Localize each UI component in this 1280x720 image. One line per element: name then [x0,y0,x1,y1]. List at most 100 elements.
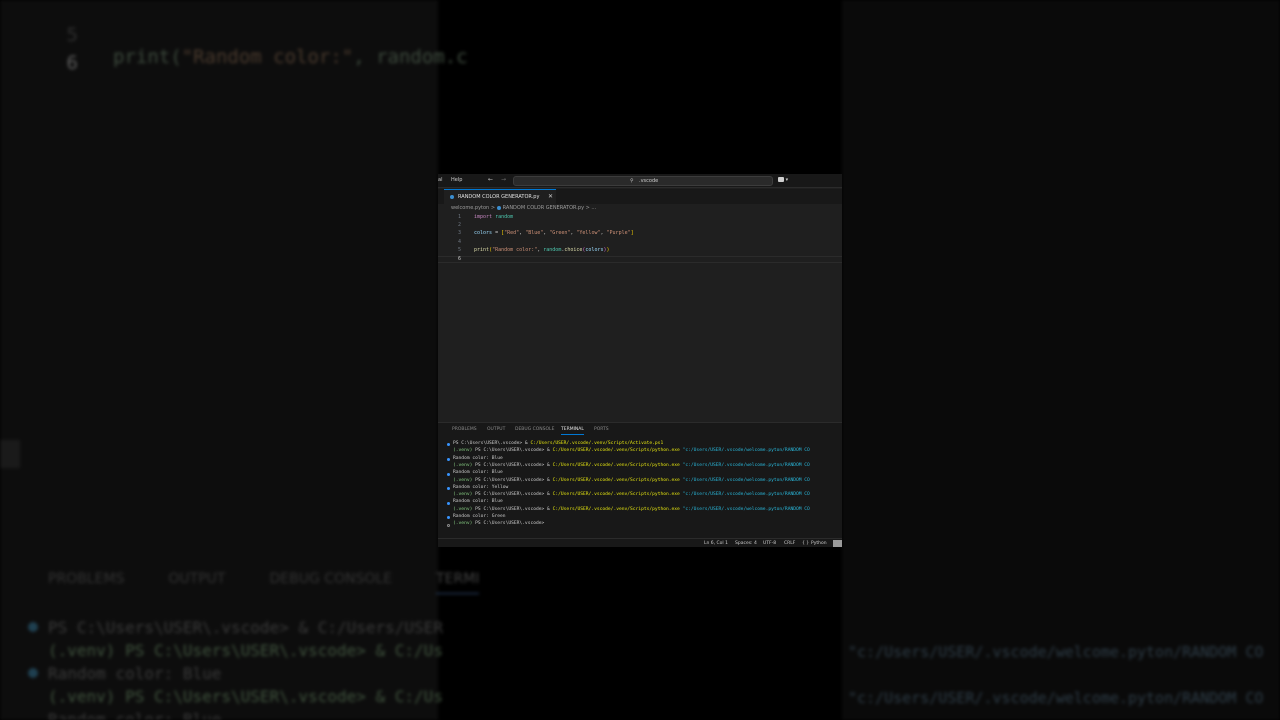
background-terminal-line: Random color: Blue [48,664,222,683]
tab-ports[interactable]: PORTS [594,427,609,432]
command-decoration-icon [447,487,450,491]
line-number-current: 6 [457,256,461,262]
venv-prefix: (.venv) [453,448,476,454]
python-file-icon [450,195,454,199]
tab-terminal[interactable]: TERMINAL [561,427,584,435]
background-panel-tabs: PROBLEMS OUTPUT DEBUG CONSOLE TERMI [48,571,523,594]
current-line-highlight [438,256,842,263]
string-literal: "Yellow" [576,230,601,236]
background-code-line: 6 [0,30,92,96]
terminal-arg: "c:/Users/USER/.vscode/welcome.pyton/RAN… [679,448,810,454]
breadcrumb-symbols[interactable]: > ... [586,205,597,211]
background-selection-marker [0,440,20,468]
status-encoding[interactable]: UTF-8 [763,541,776,546]
menu-item-help[interactable]: Help [451,177,462,183]
terminal-path: C:/Users/USER/.vscode/.venv/Scripts/pyth… [552,448,680,454]
string-literal: "Blue" [525,230,544,236]
bottom-panel: PROBLEMS OUTPUT DEBUG CONSOLE TERMINAL P… [438,422,842,538]
status-eol[interactable]: CRLF [784,541,795,546]
background-terminal-line: (.venv) PS C:\Users\USER\.vscode> & C:/U… [48,641,443,660]
command-decoration-icon [447,443,450,446]
forward-arrow-icon[interactable]: → [501,176,506,183]
background-left-panel: 5 print("Random color:", random.c 6 PROB… [0,0,480,720]
terminal-prompt: PS C:\Users\USER\.vscode> [475,521,548,527]
line-number: 2 [457,222,461,228]
back-arrow-icon[interactable]: ← [488,176,493,183]
string-literal: "Purple" [606,230,631,236]
breadcrumb: welcome.pyton > RANDOM COLOR GENERATOR.p… [451,205,596,214]
code-line-1: import random [474,214,513,220]
terminal-line: PS C:\Users\USER\.vscode> & C:/Users/USE… [453,441,663,446]
line-number: 5 [457,247,461,253]
breadcrumb-folder[interactable]: welcome.pyton [451,205,489,211]
command-decoration-icon [447,472,450,476]
status-bar: Ln 6, Col 1 Spaces: 4 UTF-8 CRLF { } Pyt… [438,538,842,547]
status-language[interactable]: Python [811,541,827,546]
chevron-down-icon: ▾ [785,177,789,183]
tab-random-color-generator[interactable]: RANDOM COLOR GENERATOR.py ✕ [444,189,556,204]
close-icon[interactable]: ✕ [548,193,553,200]
terminal-line: (.venv) PS C:\Users\USER\.vscode> & C:/U… [453,478,810,483]
code-line-3: colors = ["Red", "Blue", "Green", "Yello… [474,230,634,236]
venv-prefix: (.venv) [453,477,476,483]
line-number: 1 [457,214,461,220]
braces-icon[interactable]: { } [802,541,809,546]
venv-prefix: (.venv) [453,506,476,512]
notifications-bell-icon[interactable] [833,540,842,547]
background-terminal-line: PS C:\Users\USER\.vscode> & C:/Users/USE… [48,618,443,637]
terminal-line: Random color: Blue [453,499,503,505]
background-code-fn: print( [113,46,182,68]
tab-output[interactable]: OUTPUT [487,427,505,432]
terminal-path: C:/Users/USER/.vscode/.venv/Scripts/Acti… [530,441,664,446]
terminal-arg: "c:/Users/USER/.vscode/welcome.pyton/RAN… [679,462,810,468]
background-terminal-line: (.venv) PS C:\Users\USER\.vscode> & C:/U… [48,687,443,706]
terminal-prompt: PS C:\Users\USER\.vscode> & [453,441,531,446]
terminal-line: (.venv) PS C:\Users\USER\.vscode> [453,521,547,526]
terminal-line: (.venv) PS C:\Users\USER\.vscode> & C:/U… [453,448,810,453]
status-indentation[interactable]: Spaces: 4 [735,541,757,546]
line-number: 4 [457,239,461,245]
terminal-prompt: PS C:\Users\USER\.vscode> & [475,506,553,512]
tab-debug-console[interactable]: DEBUG CONSOLE [515,427,554,432]
bracket-close: ] [630,230,634,236]
command-decoration-icon [447,523,450,527]
string-literal: "Green" [549,230,571,236]
code-editor[interactable]: 1 2 3 4 5 6 import random colors = ["Red… [438,214,842,435]
terminal-arg: "c:/Users/USER/.vscode/welcome.pyton/RAN… [679,506,810,512]
function-print: print [474,247,490,253]
breadcrumb-separator: > [490,205,496,211]
background-terminal-line: Random color: Blue [48,710,222,720]
background-right-fragment: "c:/Users/USER/.vscode/welcome.pyton/RAN… [848,689,1264,707]
venv-prefix: (.venv) [453,521,476,527]
terminal-line: Random color: Blue [453,470,503,476]
editor-tab-bar: RANDOM COLOR GENERATOR.py ✕ [438,189,842,204]
tab-problems[interactable]: PROBLEMS [452,427,477,432]
background-code-string: "Random color:" [181,46,354,68]
copilot-icon [778,177,784,182]
background-code-text: print("Random color:", random.c [113,46,468,68]
terminal-prompt: PS C:\Users\USER\.vscode> & [475,492,553,498]
terminal-prompt: PS C:\Users\USER\.vscode> & [475,462,553,468]
terminal-line: (.venv) PS C:\Users\USER\.vscode> & C:/U… [453,492,810,497]
terminal-line: (.venv) PS C:\Users\USER\.vscode> & C:/U… [453,463,810,468]
command-center-text: .vscode [639,178,659,184]
keyword-import: import [474,214,493,220]
breadcrumb-file[interactable]: RANDOM COLOR GENERATOR.py [503,205,584,211]
paren-close: ) [606,247,610,253]
menu-item-fragment[interactable]: al [438,177,442,183]
background-tab-terminal: TERMI [436,571,480,594]
background-right-panel [842,0,1280,720]
copilot-menu-button[interactable]: ▾ [778,177,794,185]
command-center-search[interactable]: ⚲ .vscode [513,176,773,186]
command-decoration-icon [447,457,450,461]
background-terminal-dot [28,622,38,632]
terminal-prompt: PS C:\Users\USER\.vscode> & [475,477,553,483]
title-bar: al Help ← → ⚲ .vscode ▾ [438,174,842,188]
status-cursor-position[interactable]: Ln 6, Col 1 [704,541,728,546]
background-code-rest: , random.c [353,46,468,68]
terminal-arg: "c:/Users/USER/.vscode/welcome.pyton/RAN… [679,492,810,498]
terminal-line: Random color: Green [453,514,506,519]
line-number: 3 [457,230,461,236]
terminal-path: C:/Users/USER/.vscode/.venv/Scripts/pyth… [552,506,680,512]
terminal-path: C:/Users/USER/.vscode/.venv/Scripts/pyth… [552,492,680,498]
